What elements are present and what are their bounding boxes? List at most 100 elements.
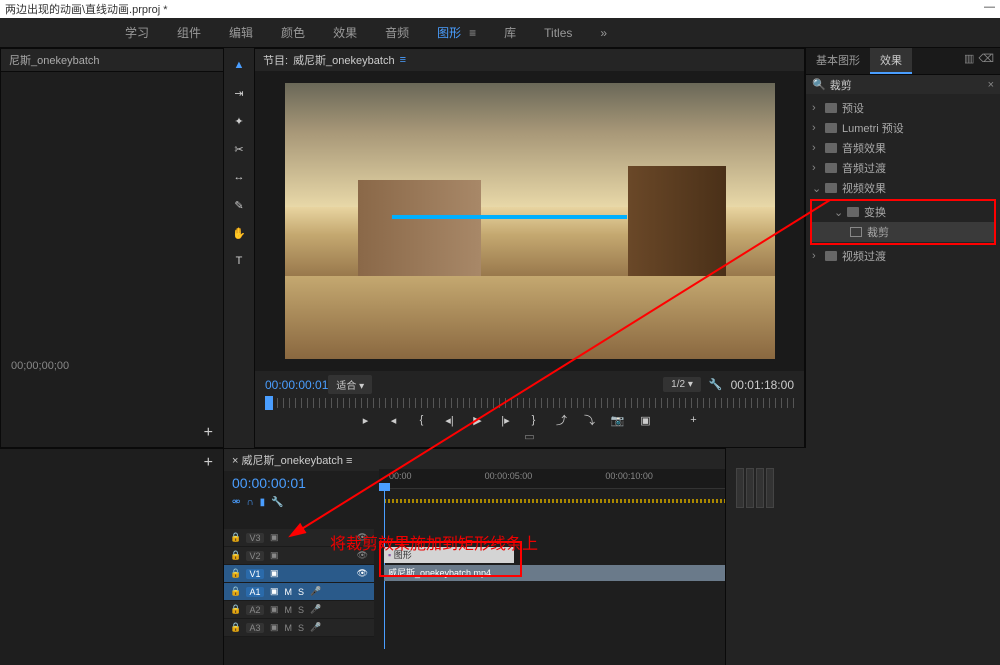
transport-bar: ▸ ◂ { ◂| ▶ |▸ } ⤴ ⤵ 📷 ▣ + xyxy=(265,412,794,428)
menu-more[interactable]: » xyxy=(600,26,607,40)
tree-transform[interactable]: ⌄变换 xyxy=(812,202,994,222)
comparison-button[interactable]: ▣ xyxy=(638,412,654,428)
razor-tool[interactable]: ✂ xyxy=(230,140,248,158)
new-bin-icon[interactable]: ▥ xyxy=(964,52,974,70)
menu-edit[interactable]: 编辑 xyxy=(229,24,253,41)
source-tab[interactable]: 尼斯_onekeybatch xyxy=(1,49,223,72)
settings-icon[interactable]: 🔧 xyxy=(271,497,283,508)
program-ruler[interactable] xyxy=(265,398,794,408)
tab-effects[interactable]: 效果 xyxy=(870,48,912,74)
type-tool[interactable]: T xyxy=(230,252,248,270)
effects-panel-tabs: 基本图形 效果 ▥ ⌫ xyxy=(806,48,1000,75)
program-timecode-current[interactable]: 00:00:00:01 xyxy=(265,378,328,392)
effect-crop[interactable]: 裁剪 xyxy=(812,222,994,242)
program-timecode-total: 00:01:18:00 xyxy=(731,378,794,392)
project-add-button[interactable]: + xyxy=(204,454,213,472)
export-frame-button[interactable]: 📷 xyxy=(610,412,626,428)
program-tab[interactable]: 节目: 威尼斯_onekeybatch ≡ xyxy=(255,49,804,71)
audio-meter xyxy=(736,468,744,508)
wrench-icon[interactable]: 🔧 xyxy=(709,378,723,391)
source-body: 00;00;00;00 xyxy=(1,72,223,412)
program-preview[interactable] xyxy=(255,71,804,371)
menu-graphics[interactable]: 图形 xyxy=(437,24,461,41)
program-tab-prefix: 节目: xyxy=(263,52,288,68)
audio-meter xyxy=(756,468,764,508)
goto-in-button[interactable]: { xyxy=(414,412,430,428)
ripple-edit-tool[interactable]: ✦ xyxy=(230,112,248,130)
tree-presets[interactable]: ›预设 xyxy=(806,98,1000,118)
fit-dropdown[interactable]: 适合 ▾ xyxy=(328,375,372,394)
tree-audio-effects[interactable]: ›音频效果 xyxy=(806,138,1000,158)
workspace-menu: 学习 组件 编辑 颜色 效果 音频 图形 ≡ 库 Titles » xyxy=(0,18,1000,48)
program-playhead[interactable] xyxy=(265,396,273,410)
mark-out-button[interactable]: ◂ xyxy=(386,412,402,428)
tree-video-transitions[interactable]: ›视频过渡 xyxy=(806,246,1000,266)
source-timecode: 00;00;00;00 xyxy=(11,360,69,372)
delete-icon[interactable]: ⌫ xyxy=(978,52,994,70)
menu-library[interactable]: 库 xyxy=(504,24,516,41)
hand-tool[interactable]: ✋ xyxy=(230,224,248,242)
menu-learn[interactable]: 学习 xyxy=(125,24,149,41)
clear-search-button[interactable]: × xyxy=(988,79,994,91)
search-icon: 🔍 xyxy=(812,78,826,91)
pen-tool[interactable]: ✎ xyxy=(230,196,248,214)
audio-meter xyxy=(766,468,774,508)
program-tab-name: 威尼斯_onekeybatch xyxy=(293,52,395,68)
menu-effects[interactable]: 效果 xyxy=(333,24,357,41)
step-forward-button[interactable]: |▸ xyxy=(498,412,514,428)
play-button[interactable]: ▶ xyxy=(470,412,486,428)
tree-audio-transitions[interactable]: ›音频过渡 xyxy=(806,158,1000,178)
zoom-dropdown[interactable]: 1/2 ▾ xyxy=(663,377,701,392)
menu-audio[interactable]: 音频 xyxy=(385,24,409,41)
effects-search-input[interactable] xyxy=(830,79,988,91)
add-button[interactable]: + xyxy=(686,412,702,428)
menu-assembly[interactable]: 组件 xyxy=(177,24,201,41)
extract-button[interactable]: ⤵ xyxy=(582,412,598,428)
rectangle-shape[interactable] xyxy=(392,215,627,219)
timeline-tool-icons: ⚮ ∩ ▮ 🔧 xyxy=(224,495,374,510)
slip-tool[interactable]: ↔ xyxy=(230,168,248,186)
menu-titles[interactable]: Titles xyxy=(544,26,572,40)
source-panel: 尼斯_onekeybatch 00;00;00;00 + xyxy=(0,48,224,448)
mark-in-button[interactable]: ▸ xyxy=(358,412,374,428)
track-a1-header[interactable]: 🔒A1▣MS🎤 xyxy=(224,583,374,601)
link-icon[interactable]: ∩ xyxy=(246,497,253,508)
tree-video-effects[interactable]: ⌄视频效果 xyxy=(806,178,1000,198)
window-titlebar: 两边出现的动画\直线动画.prproj * — xyxy=(0,0,1000,18)
program-controls: 00:00:00:01 适合 ▾ 1/2 ▾ 🔧 00:01:18:00 ▸ ◂… xyxy=(255,371,804,447)
timeline-timecode[interactable]: 00:00:00:01 xyxy=(224,471,374,495)
audio-meters-panel xyxy=(725,448,1000,665)
annotation-text: 将裁剪效果施加到矩形线条上 xyxy=(330,530,538,554)
track-a2-header[interactable]: 🔒A2▣MS🎤 xyxy=(224,601,374,619)
workspace-row: 尼斯_onekeybatch 00;00;00;00 + ▲ ⇥ ✦ ✂ ↔ ✎… xyxy=(0,48,1000,448)
source-add-button[interactable]: + xyxy=(204,424,213,442)
audio-meter xyxy=(746,468,754,508)
track-a3-header[interactable]: 🔒A3▣MS🎤 xyxy=(224,619,374,637)
menu-color[interactable]: 颜色 xyxy=(281,24,305,41)
tab-essential-graphics[interactable]: 基本图形 xyxy=(806,48,870,74)
lift-button[interactable]: ⤴ xyxy=(554,412,570,428)
ruler-label: 00:00:10:00 xyxy=(605,471,653,481)
effects-panel: 基本图形 效果 ▥ ⌫ 🔍 × ›预设 ›Lumetri 预设 ›音频效果 ›音… xyxy=(805,48,1000,448)
safe-margins-icon[interactable]: ▭ xyxy=(524,431,534,443)
effects-search-row: 🔍 × xyxy=(806,75,1000,94)
snap-icon[interactable]: ⚮ xyxy=(232,497,240,508)
track-select-tool[interactable]: ⇥ xyxy=(230,84,248,102)
window-title: 两边出现的动画\直线动画.prproj * xyxy=(5,1,168,17)
marker-icon[interactable]: ▮ xyxy=(260,497,266,508)
source-column: 尼斯_onekeybatch 00;00;00;00 + xyxy=(0,48,224,448)
ruler-label: 00:00:05:00 xyxy=(485,471,533,481)
track-v1-header[interactable]: 🔒V1▣👁 xyxy=(224,565,374,583)
goto-out-button[interactable]: } xyxy=(526,412,542,428)
minimize-button[interactable]: — xyxy=(984,1,995,17)
tool-palette: ▲ ⇥ ✦ ✂ ↔ ✎ ✋ T xyxy=(224,48,254,448)
preview-image xyxy=(285,83,775,359)
program-panel: 节目: 威尼斯_onekeybatch ≡ 00:00:00:01 适合 ▾ 1… xyxy=(254,48,805,448)
menu-active-indicator: ≡ xyxy=(469,26,476,40)
program-tab-menu-icon[interactable]: ≡ xyxy=(400,54,406,66)
selection-tool[interactable]: ▲ xyxy=(230,56,248,74)
ruler-label: 00:00 xyxy=(389,471,412,481)
tree-lumetri[interactable]: ›Lumetri 预设 xyxy=(806,118,1000,138)
step-back-button[interactable]: ◂| xyxy=(442,412,458,428)
project-panel: + xyxy=(0,449,224,665)
